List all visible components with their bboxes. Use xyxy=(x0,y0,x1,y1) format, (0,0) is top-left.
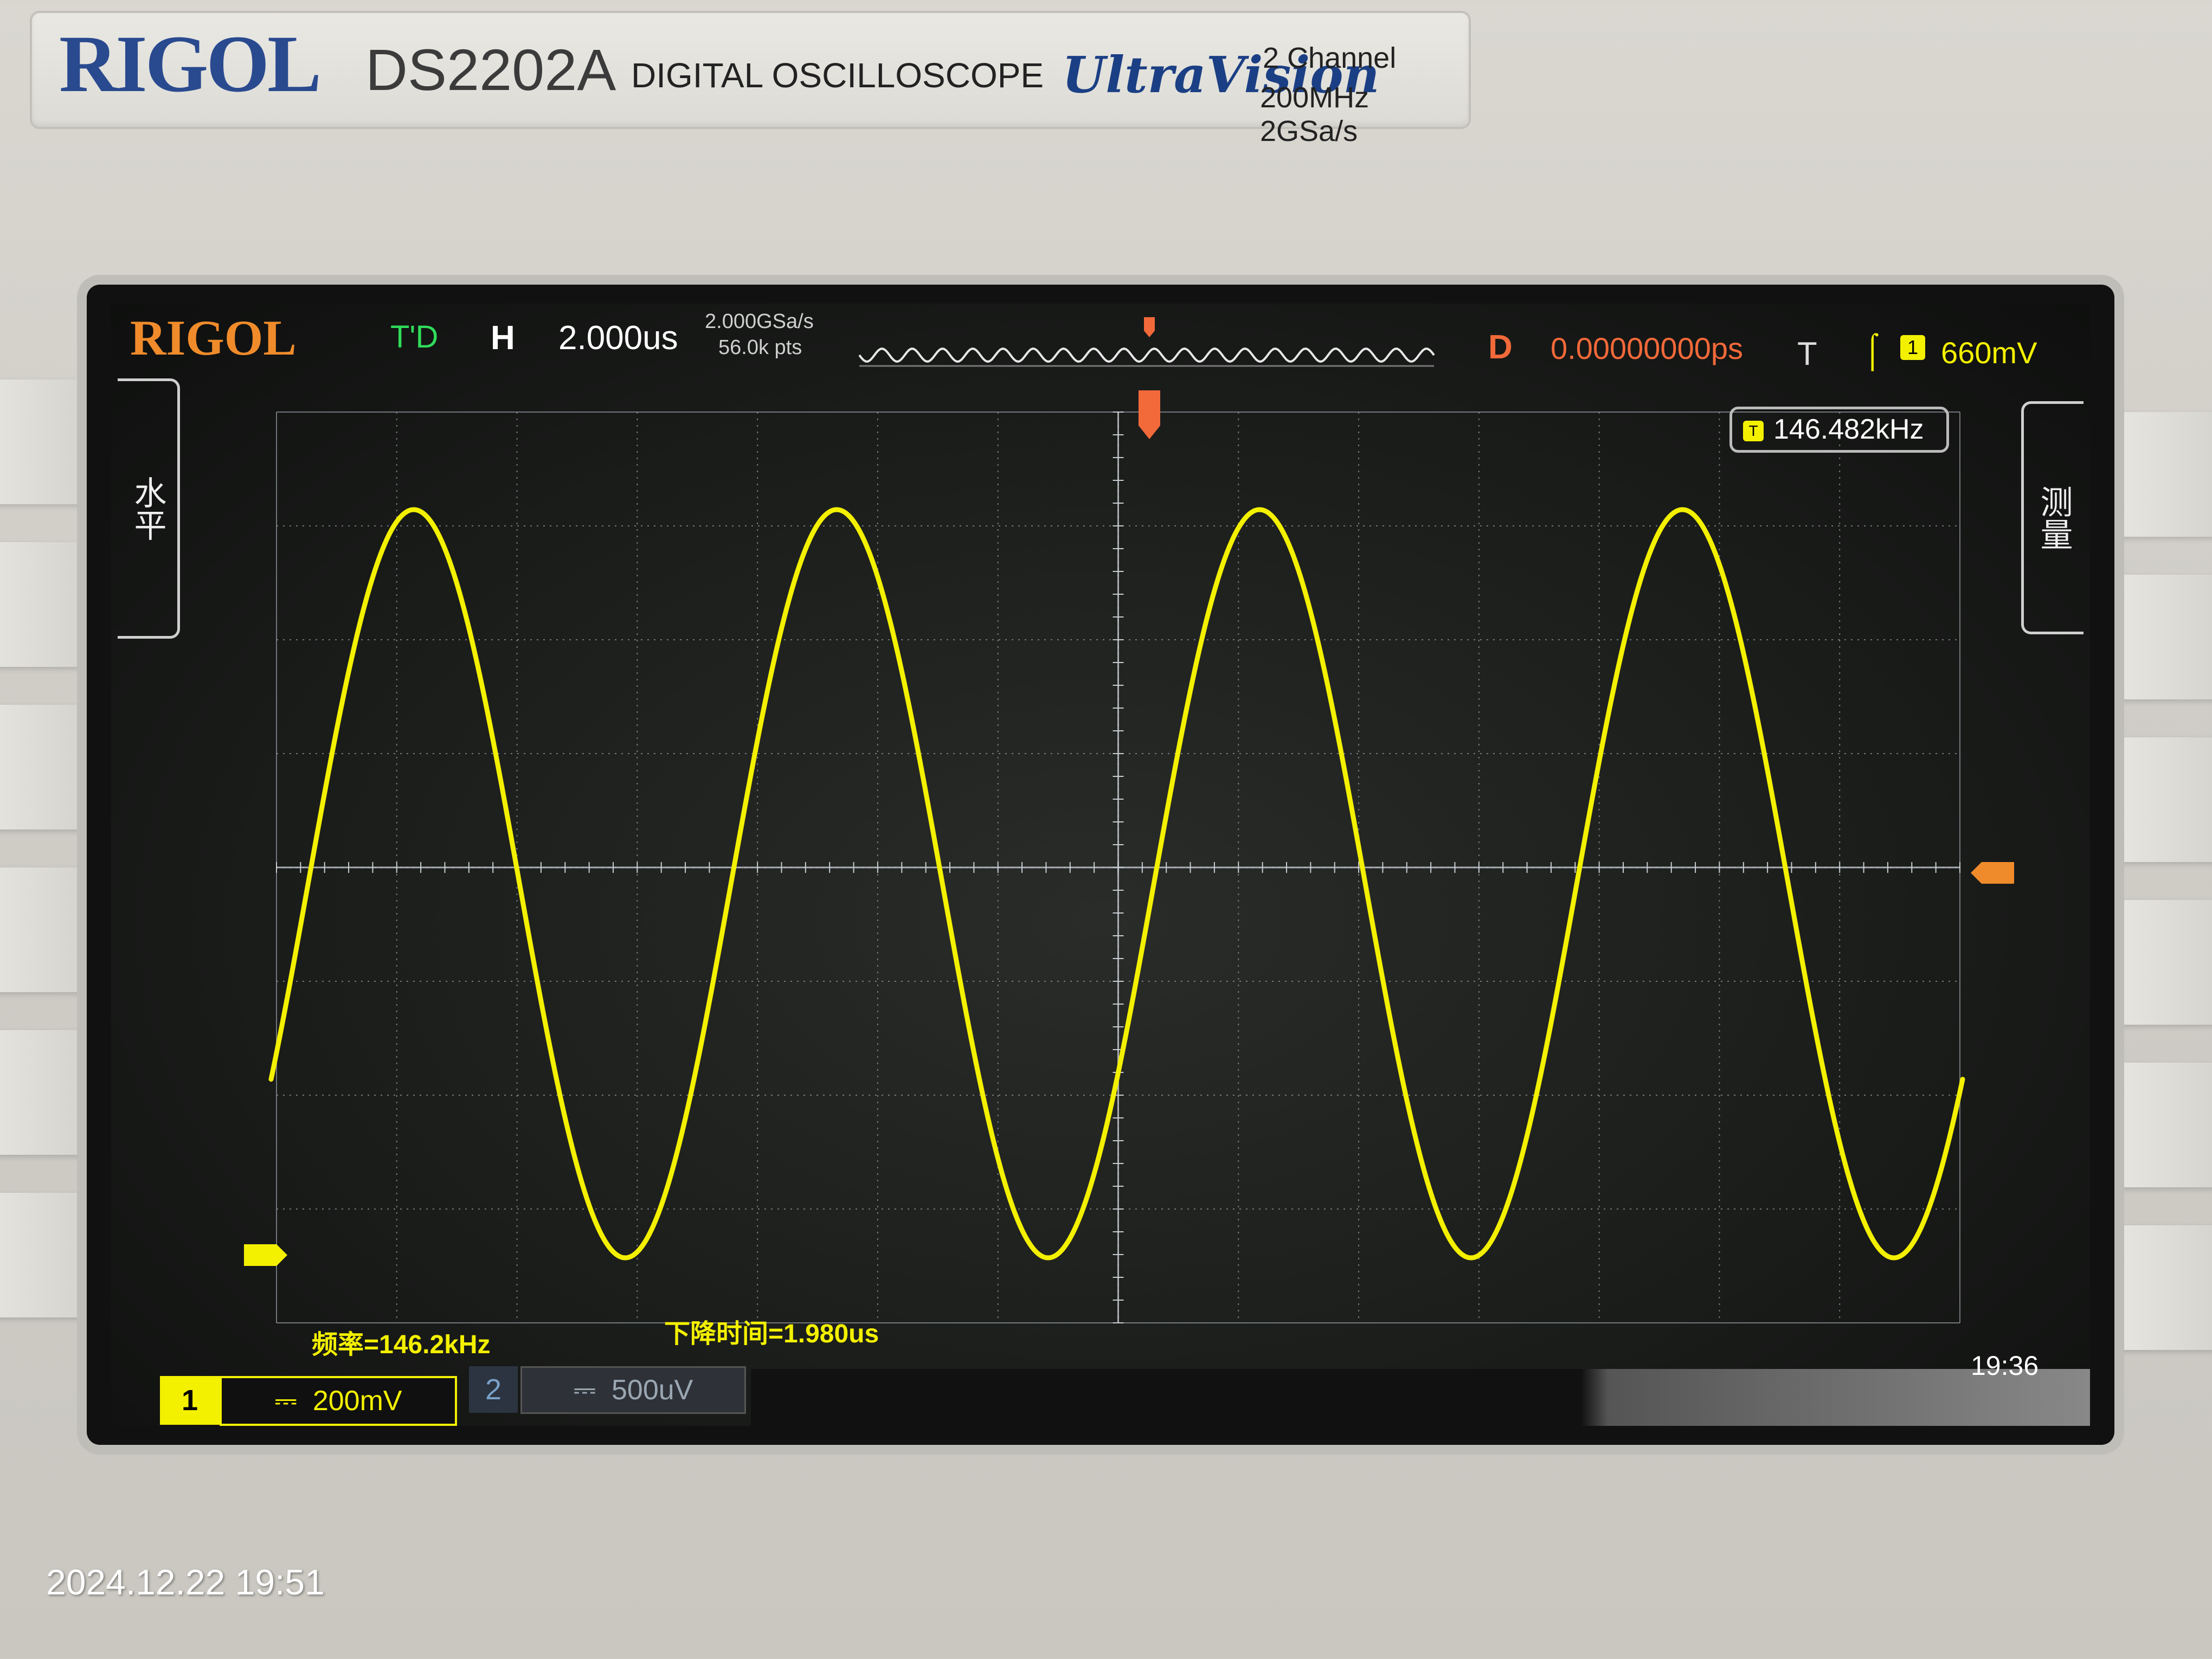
trigger-level[interactable]: 660mV xyxy=(1941,335,2037,370)
trigger-position-marker xyxy=(1144,317,1155,337)
oscilloscope-screen: RIGOL T'D H 2.000us 2.000GSa/s 56.0k pts… xyxy=(111,304,2090,1426)
horizontal-menu-tab[interactable]: 水平 xyxy=(118,378,180,639)
right-softkey-5[interactable] xyxy=(2114,1063,2212,1187)
trigger-status: T'D xyxy=(390,319,439,355)
instrument-badge: RIGOL DS2202A DIGITAL OSCILLOSCOPE Ultra… xyxy=(30,11,1471,147)
right-softkey-1[interactable] xyxy=(2114,412,2212,537)
bottom-status-bar xyxy=(751,1369,2090,1426)
left-softkey-5[interactable] xyxy=(0,1030,87,1155)
model-name: DS2202A xyxy=(365,37,616,102)
sample-rate: 2.000GSa/s xyxy=(705,310,814,333)
timebase-value[interactable]: 2.000us xyxy=(558,319,678,357)
memory-depth: 56.0k pts xyxy=(718,336,802,359)
left-softkey-2[interactable] xyxy=(0,542,87,667)
delay-value[interactable]: 0.00000000ps xyxy=(1551,331,1743,366)
frequency-counter: T 146.482kHz xyxy=(1729,407,1949,453)
channel-1-scale: ⎓ 200mV xyxy=(220,1376,457,1426)
right-softkey-3[interactable] xyxy=(2114,737,2212,862)
channel-2-tab[interactable]: 2 ⎓ 500uV xyxy=(469,1366,751,1415)
delay-label: D xyxy=(1488,329,1513,366)
right-softkey-4[interactable] xyxy=(2114,900,2212,1025)
horizontal-label: H xyxy=(491,319,515,357)
instrument-specs: 200MHz 2GSa/s xyxy=(1260,81,1369,147)
trigger-label: T xyxy=(1797,336,1817,372)
left-softkey-3[interactable] xyxy=(0,705,87,829)
photo-timestamp: 2024.12.22 19:51 xyxy=(46,1562,325,1602)
trigger-position-marker xyxy=(1139,390,1160,439)
right-softkey-6[interactable] xyxy=(2114,1225,2212,1350)
left-softkey-6[interactable] xyxy=(0,1193,87,1317)
counter-source-badge: T xyxy=(1743,421,1764,442)
channel-1-trace xyxy=(268,507,1965,1261)
channel-1-number: 1 xyxy=(160,1376,220,1425)
screen-brand: RIGOL xyxy=(130,310,297,365)
frequency-value: 146.482kHz xyxy=(1773,414,1924,445)
left-softkey-1[interactable] xyxy=(0,380,87,504)
measure-menu-tab[interactable]: 测量 xyxy=(2021,401,2084,634)
channel-1-ground-marker xyxy=(244,1244,287,1266)
channel-2-scale: ⎓ 500uV xyxy=(520,1366,746,1414)
measurement-fall-time: 下降时间=1.980us xyxy=(664,1320,879,1348)
trigger-source-badge: 1 xyxy=(1900,335,1925,360)
dc-coupling-icon: ⎓ xyxy=(274,1385,313,1417)
dc-coupling-icon: ⎓ xyxy=(573,1374,612,1406)
channel-2-scale-value: 500uV xyxy=(612,1374,693,1406)
memory-overview-trace xyxy=(858,347,1435,363)
channel-2-number: 2 xyxy=(469,1366,518,1413)
rising-edge-icon: ⌠ xyxy=(1862,331,1883,369)
channel-1-scale-value: 200mV xyxy=(312,1385,402,1417)
left-softkey-4[interactable] xyxy=(0,867,87,992)
right-softkey-2[interactable] xyxy=(2114,575,2212,699)
waveform-display xyxy=(244,317,2014,1323)
measurement-frequency: 频率=146.2kHz xyxy=(312,1330,491,1359)
channel-count: 2 Channel xyxy=(1263,42,1397,74)
brand-logo: RIGOL xyxy=(59,19,321,109)
channel-1-tab[interactable]: 1 ⎓ 200mV xyxy=(160,1376,464,1426)
trigger-level-marker xyxy=(1971,862,2014,884)
system-clock: 19:36 xyxy=(1971,1351,2039,1381)
instrument-description: DIGITAL OSCILLOSCOPE xyxy=(631,56,1044,95)
